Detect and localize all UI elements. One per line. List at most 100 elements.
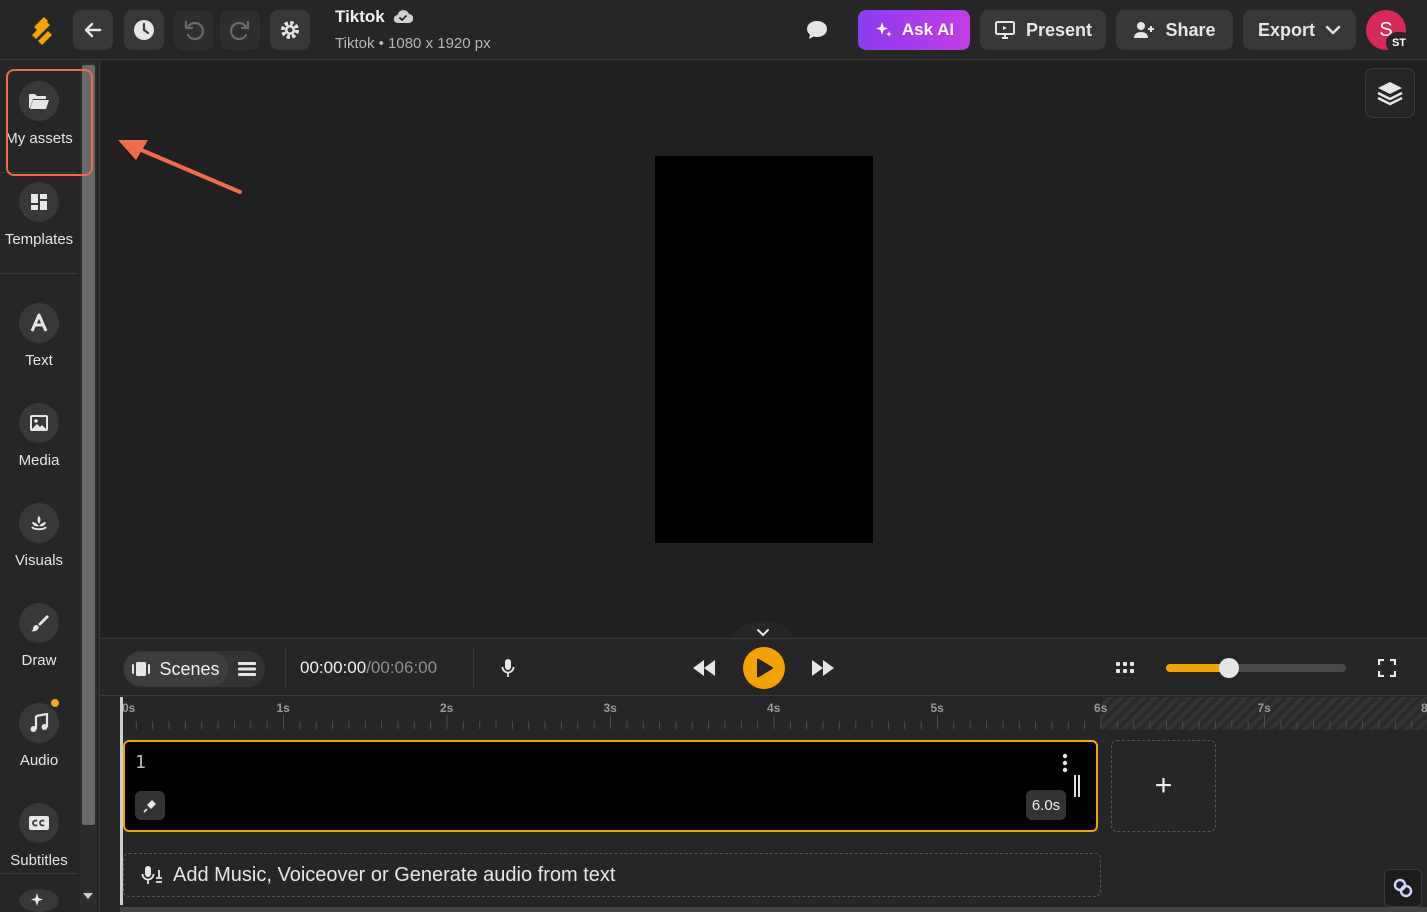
help-button[interactable] [1384, 869, 1422, 907]
ruler-tick-label: 1s [276, 701, 290, 715]
scenes-label: Scenes [159, 658, 220, 679]
chevron-down-icon [1325, 25, 1341, 35]
sidebar-item-media[interactable]: Media [0, 383, 78, 483]
scene-clip[interactable] [123, 740, 1098, 832]
present-button[interactable]: Present [980, 10, 1106, 50]
image-icon [19, 403, 59, 443]
templates-icon [19, 182, 59, 222]
play-button[interactable] [743, 647, 785, 689]
sidebar-item-templates[interactable]: Templates [0, 162, 78, 262]
back-button[interactable] [73, 10, 113, 50]
toolbar-divider [285, 648, 286, 688]
ask-ai-button[interactable]: Ask AI [858, 10, 970, 50]
fullscreen-icon [1378, 659, 1396, 677]
fast-forward-icon [812, 660, 834, 676]
timeline-scrollbar[interactable] [120, 907, 1427, 912]
music-note-icon [19, 697, 61, 743]
ruler-tick-label: 8 [1421, 701, 1427, 715]
add-audio-row[interactable]: Add Music, Voiceover or Generate audio f… [123, 853, 1101, 897]
clock-icon [134, 20, 154, 40]
sidebar-item-label: Subtitles [10, 852, 68, 869]
visuals-icon [19, 503, 59, 543]
grid-view-button[interactable] [1114, 657, 1136, 679]
redo-button[interactable] [220, 10, 260, 50]
sidebar-divider [0, 273, 78, 274]
grid-icon [1116, 662, 1134, 673]
sidebar-item-label: Media [18, 452, 60, 469]
redo-icon [229, 20, 250, 41]
ruler-tick-label: 4s [767, 701, 781, 715]
ruler-tick-label: 0s [122, 701, 136, 715]
sparkle-icon [875, 22, 892, 37]
editor-app: Tiktok Tiktok • 1080 x 1920 px Ask AI Pr… [0, 0, 1427, 912]
time-display: 00:00:00/00:06:00 [300, 658, 437, 678]
sidebar-item-text[interactable]: Text [0, 283, 78, 383]
list-icon [238, 662, 256, 676]
settings-button[interactable] [270, 10, 310, 50]
scene-voiceover-button[interactable] [135, 791, 165, 820]
document-title[interactable]: Tiktok [335, 7, 413, 27]
scene-duration[interactable]: 6.0s [1026, 790, 1066, 820]
fullscreen-button[interactable] [1376, 657, 1398, 679]
add-audio-label: Add Music, Voiceover or Generate audio f… [173, 863, 616, 886]
play-icon [757, 658, 773, 678]
scene-number: 1 [135, 752, 146, 773]
arrow-left-icon [84, 22, 102, 38]
ruler-tick-label: 7s [1257, 701, 1271, 715]
brush-icon [19, 603, 59, 643]
scene-menu-button[interactable] [1058, 752, 1072, 774]
layers-button[interactable] [1365, 68, 1415, 118]
app-logo-icon[interactable] [24, 12, 60, 48]
sidebar-item-label: Audio [19, 752, 59, 769]
toolbar-divider [473, 648, 474, 688]
scenes-view-button[interactable]: Scenes [124, 652, 228, 686]
gear-icon [281, 21, 299, 39]
microphone-icon [143, 799, 156, 813]
sidebar-scroll-thumb[interactable] [82, 65, 95, 825]
top-bar: Tiktok Tiktok • 1080 x 1920 px Ask AI Pr… [0, 0, 1427, 60]
highlight-box [6, 69, 93, 176]
team-badge: ST [1386, 32, 1412, 54]
list-view-button[interactable] [232, 656, 262, 682]
present-screen-icon [994, 21, 1015, 39]
left-sidebar: My assets Templates Text Media Visuals D… [0, 61, 100, 912]
zoom-slider[interactable] [1166, 664, 1346, 672]
ask-ai-label: Ask AI [901, 20, 955, 39]
sidebar-item-subtitles[interactable]: Subtitles [0, 783, 78, 883]
rewind-button[interactable] [690, 656, 718, 680]
sparkle-icon [19, 889, 59, 912]
fast-forward-button[interactable] [809, 656, 837, 680]
audio-mic-icon [141, 866, 162, 884]
sidebar-item-draw[interactable]: Draw [0, 583, 78, 683]
record-voiceover-button[interactable] [498, 656, 518, 680]
document-title-text: Tiktok [335, 7, 385, 26]
scene-resize-handle[interactable] [1074, 775, 1084, 797]
sidebar-item-audio[interactable]: Audio [0, 683, 78, 783]
undo-button[interactable] [174, 10, 214, 50]
cloud-saved-icon [393, 10, 413, 24]
export-button[interactable]: Export [1243, 10, 1356, 50]
export-label: Export [1257, 19, 1315, 40]
sidebar-item-label: Draw [21, 652, 57, 669]
layers-icon [1377, 82, 1403, 106]
rewind-icon [693, 660, 715, 676]
add-scene-button[interactable]: + [1111, 740, 1216, 832]
notification-dot [49, 697, 61, 709]
sidebar-item-label: Templates [4, 231, 74, 248]
share-button[interactable]: Share [1116, 10, 1233, 50]
scene-canvas-frame[interactable] [655, 156, 873, 543]
comment-icon[interactable] [803, 16, 831, 44]
total-time: /00:06:00 [366, 658, 438, 677]
present-label: Present [1025, 19, 1093, 40]
annotation-arrow [118, 140, 242, 194]
zoom-slider-handle[interactable] [1219, 658, 1239, 678]
history-button[interactable] [124, 10, 164, 50]
sidebar-item-more[interactable] [0, 869, 78, 912]
ruler-tick-label: 6s [1094, 701, 1108, 715]
sidebar-item-visuals[interactable]: Visuals [0, 483, 78, 583]
current-time: 00:00:00 [300, 658, 367, 677]
scroll-down-icon[interactable] [83, 893, 93, 899]
text-icon [19, 303, 59, 343]
ruler-tick-label: 2s [440, 701, 454, 715]
microphone-icon [501, 659, 515, 677]
